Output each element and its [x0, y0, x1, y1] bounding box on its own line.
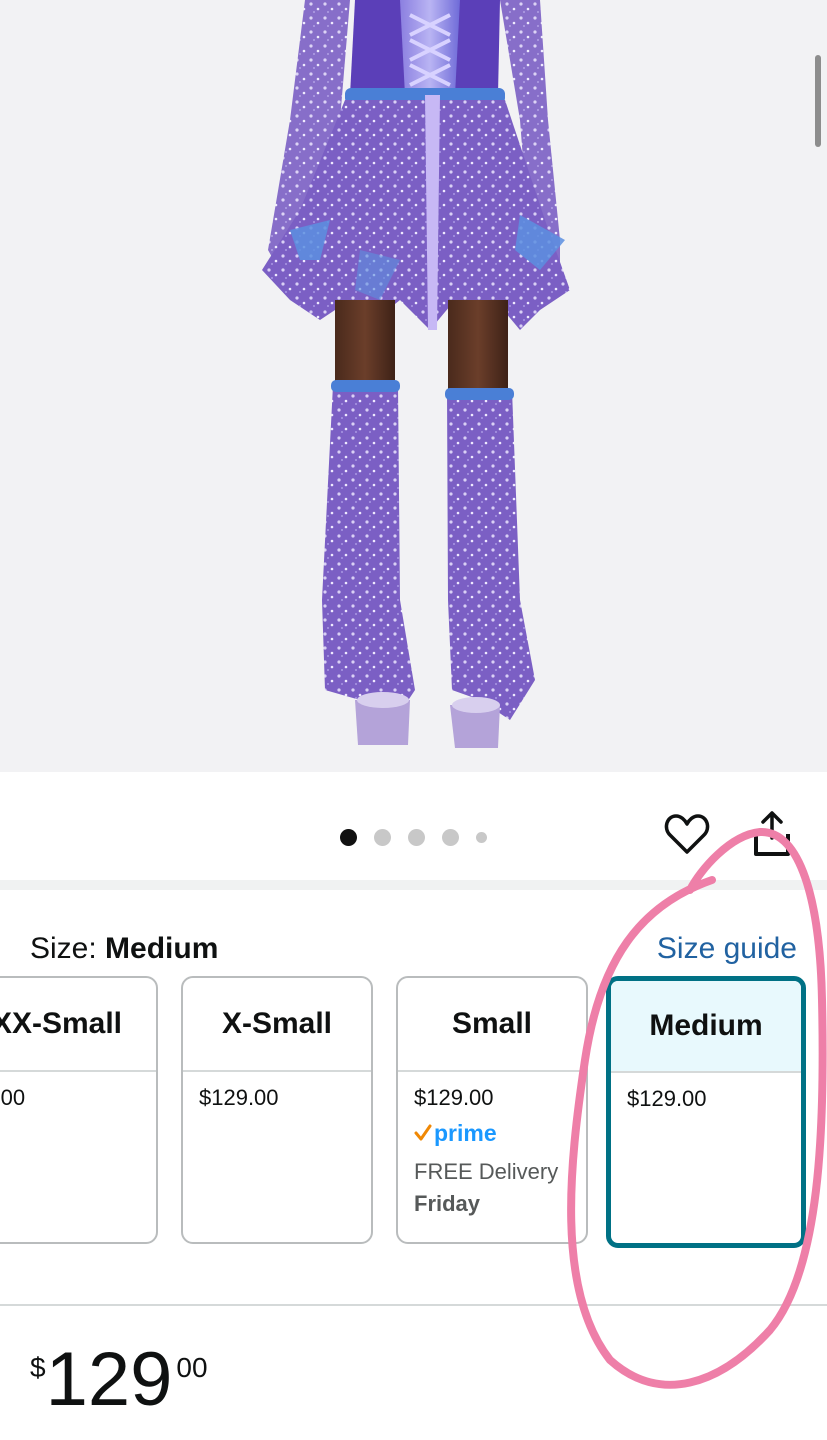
price-whole: 129 — [45, 1337, 173, 1422]
delivery-day: Friday — [414, 1191, 481, 1216]
price-currency-symbol: $ — [30, 1352, 46, 1383]
size-option-name: Medium — [611, 981, 801, 1073]
size-option-name: XX-Small — [0, 978, 156, 1072]
size-option-name: X-Small — [183, 978, 371, 1072]
size-option-small[interactable]: Small $129.00 prime FREE Delivery Friday — [396, 976, 588, 1244]
prime-label: prime — [434, 1120, 497, 1146]
size-label: Size: Medium — [30, 930, 218, 968]
size-option-price: 29.00 — [0, 1085, 26, 1110]
page-scrollbar[interactable] — [815, 55, 821, 147]
section-divider — [0, 880, 827, 890]
size-option-x-small[interactable]: X-Small $129.00 — [181, 976, 373, 1244]
size-guide-link[interactable]: Size guide — [657, 930, 797, 968]
size-option-price: $129.00 — [199, 1085, 279, 1110]
carousel-dot-3[interactable] — [408, 828, 425, 846]
size-option-name: Small — [398, 978, 586, 1072]
prime-check-icon — [414, 1124, 432, 1141]
carousel-dot-2[interactable] — [374, 828, 391, 846]
size-option-price: $129.00 — [414, 1085, 494, 1110]
delivery-info: FREE Delivery Friday — [414, 1156, 586, 1220]
price-divider — [0, 1304, 827, 1306]
delivery-line: FREE Delivery — [414, 1159, 559, 1184]
carousel-dot-4[interactable] — [442, 828, 459, 846]
size-header: Size: Medium Size guide — [0, 930, 827, 970]
size-option-price: $129.00 — [627, 1086, 707, 1111]
size-selected-value: Medium — [105, 932, 219, 965]
price-fraction: 00 — [176, 1352, 208, 1383]
size-option-medium[interactable]: Medium $129.00 — [606, 976, 806, 1248]
product-photo — [262, 0, 570, 748]
prime-badge: prime — [414, 1120, 586, 1146]
size-option-xx-small[interactable]: XX-Small 29.00 — [0, 976, 158, 1244]
product-price: $ 129 00 — [30, 1340, 208, 1430]
heart-icon[interactable] — [664, 812, 710, 856]
carousel-dot-5[interactable] — [476, 831, 487, 843]
size-label-text: Size: — [30, 932, 97, 965]
share-icon[interactable] — [752, 808, 792, 858]
carousel-dot-1[interactable] — [340, 828, 357, 846]
product-image[interactable] — [0, 0, 827, 772]
size-options: XX-Small 29.00 X-Small $129.00 Small $12… — [0, 976, 827, 1248]
image-action-row — [0, 772, 827, 880]
